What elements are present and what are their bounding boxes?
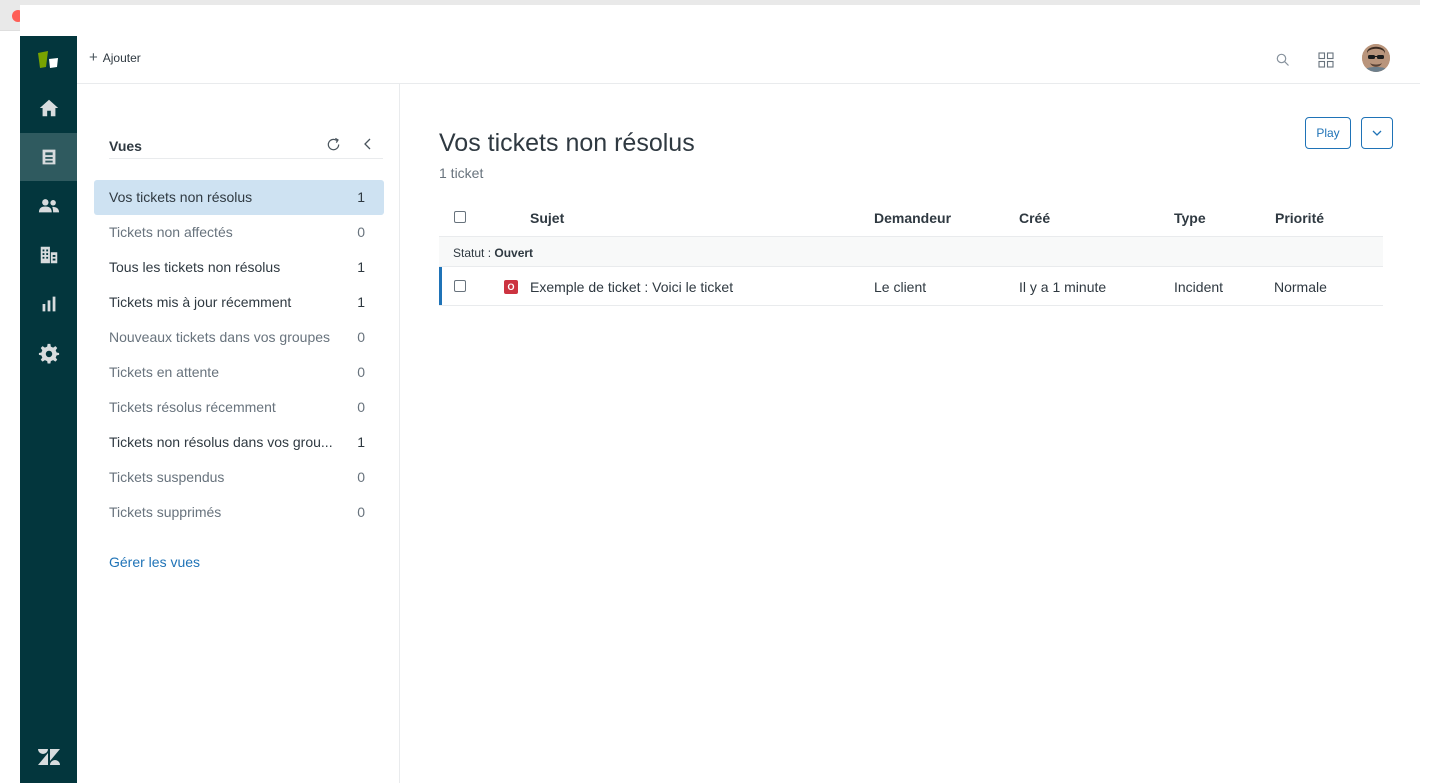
view-item-label: Vos tickets non résolus — [109, 189, 253, 205]
app-window: + Ajouter Vues Vos tickets non résolus 1… — [20, 5, 1420, 783]
user-avatar[interactable] — [1362, 44, 1390, 72]
refresh-icon[interactable] — [322, 133, 344, 155]
view-item[interactable]: Tickets en attente 0 — [94, 355, 384, 390]
table-header: Sujet Demandeur Créé Type Priorité — [439, 196, 1383, 236]
column-header-priority[interactable]: Priorité — [1275, 210, 1324, 226]
column-header-type[interactable]: Type — [1174, 210, 1206, 226]
reporting-icon — [42, 296, 55, 312]
status-group-row: Statut : Ouvert — [439, 236, 1383, 267]
page-title: Vos tickets non résolus — [439, 129, 695, 157]
row-focus-indicator — [439, 267, 442, 305]
ticket-created: Il y a 1 minute — [1019, 279, 1107, 295]
nav-home[interactable] — [20, 84, 77, 132]
views-panel: Vues Vos tickets non résolus 1 Tickets n… — [77, 84, 400, 783]
views-list: Vos tickets non résolus 1 Tickets non af… — [94, 180, 384, 530]
view-item-label: Tickets non affectés — [109, 224, 233, 240]
view-item-count: 0 — [357, 504, 365, 520]
home-icon — [39, 99, 58, 117]
top-bar: + Ajouter — [77, 36, 1420, 84]
view-item-label: Tickets suspendus — [109, 469, 225, 485]
play-button[interactable]: Play — [1305, 117, 1351, 149]
column-header-created[interactable]: Créé — [1019, 210, 1050, 226]
product-logo-icon[interactable] — [20, 36, 77, 84]
view-item-count: 0 — [357, 224, 365, 240]
view-item-label: Tickets résolus récemment — [109, 399, 276, 415]
add-button[interactable]: + Ajouter — [89, 49, 141, 66]
view-item-label: Tickets en attente — [109, 364, 219, 380]
view-item-count: 1 — [357, 294, 365, 310]
search-icon[interactable] — [1272, 49, 1294, 71]
views-title: Vues — [109, 138, 142, 154]
views-header: Vues — [109, 133, 383, 159]
select-all-checkbox[interactable] — [454, 211, 466, 223]
view-item[interactable]: Tickets non résolus dans vos grou... 1 — [94, 425, 384, 460]
view-item[interactable]: Tous les tickets non résolus 1 — [94, 250, 384, 285]
view-item[interactable]: Tickets supprimés 0 — [94, 495, 384, 530]
view-item[interactable]: Tickets suspendus 0 — [94, 460, 384, 495]
view-item-count: 1 — [357, 434, 365, 450]
view-item-label: Nouveaux tickets dans vos groupes — [109, 329, 331, 345]
view-item-label: Tickets non résolus dans vos grou... — [109, 434, 333, 450]
column-header-requester[interactable]: Demandeur — [874, 210, 951, 226]
view-item-count: 1 — [357, 259, 365, 275]
column-header-subject[interactable]: Sujet — [530, 210, 564, 226]
view-item-count: 0 — [357, 364, 365, 380]
apps-grid-icon[interactable] — [1315, 49, 1337, 71]
row-checkbox[interactable] — [454, 280, 466, 292]
view-item[interactable]: Tickets résolus récemment 0 — [94, 390, 384, 425]
chevron-down-icon — [1372, 130, 1382, 136]
zendesk-logo-icon[interactable] — [20, 737, 77, 777]
plus-icon: + — [89, 49, 98, 66]
ticket-requester: Le client — [874, 279, 927, 295]
status-group-value: Ouvert — [494, 246, 534, 260]
collapse-chevron-left-icon[interactable] — [357, 133, 379, 155]
main-nav — [20, 36, 77, 783]
nav-settings[interactable] — [20, 329, 77, 377]
nav-views[interactable] — [20, 133, 77, 181]
tickets-table: Sujet Demandeur Créé Type Priorité Statu… — [439, 196, 1383, 306]
status-open-badge: O — [504, 280, 518, 294]
add-button-label: Ajouter — [102, 51, 141, 65]
view-item-label: Tickets mis à jour récemment — [109, 294, 292, 310]
view-item[interactable]: Nouveaux tickets dans vos groupes 0 — [94, 320, 384, 355]
view-item[interactable]: Tickets non affectés 0 — [94, 215, 384, 250]
settings-icon — [38, 343, 59, 364]
organizations-icon — [40, 246, 57, 264]
view-item-count: 0 — [357, 469, 365, 485]
view-item[interactable]: Tickets mis à jour récemment 1 — [94, 285, 384, 320]
table-row[interactable]: O Exemple de ticket : Voici le ticket Le… — [439, 267, 1383, 306]
ticket-count: 1 ticket — [439, 165, 484, 181]
view-item-count: 0 — [357, 329, 365, 345]
manage-views-link[interactable]: Gérer les vues — [109, 554, 200, 570]
view-item-count: 1 — [357, 189, 365, 205]
ticket-subject[interactable]: Exemple de ticket : Voici le ticket — [530, 279, 733, 295]
view-item-label: Tous les tickets non résolus — [109, 259, 281, 275]
status-group-label: Statut : Ouvert — [453, 246, 534, 260]
customers-icon — [38, 199, 59, 213]
view-item-label: Tickets supprimés — [109, 504, 222, 520]
views-icon — [42, 149, 55, 165]
ticket-priority: Normale — [1274, 279, 1327, 295]
main-content: Vos tickets non résolus 1 ticket Play Su… — [400, 84, 1420, 783]
view-item[interactable]: Vos tickets non résolus 1 — [94, 180, 384, 215]
ticket-type: Incident — [1174, 279, 1224, 295]
nav-organizations[interactable] — [20, 231, 77, 279]
nav-reporting[interactable] — [20, 280, 77, 328]
more-options-button[interactable] — [1361, 117, 1393, 149]
view-item-count: 0 — [357, 399, 365, 415]
nav-customers[interactable] — [20, 182, 77, 230]
